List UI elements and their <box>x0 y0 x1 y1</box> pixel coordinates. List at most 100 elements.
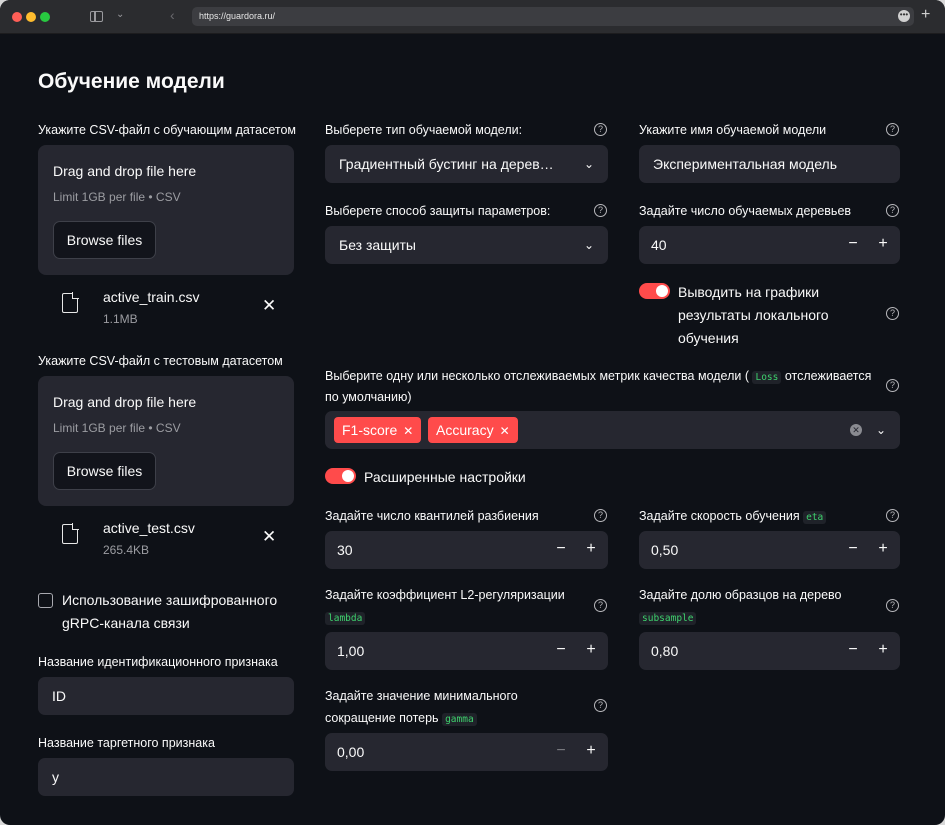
eta-label: Задайте скорость обучения eta <box>639 505 827 529</box>
remove-tag-icon[interactable]: ✕ <box>403 424 413 438</box>
subsample-code-line: subsample <box>639 606 697 630</box>
subsample-label: Задайте долю образцов на дерево <box>639 588 842 602</box>
target-feature-label: Название таргетного признака <box>38 736 215 750</box>
protection-select[interactable]: Без защиты ⌄ <box>325 226 608 264</box>
file-icon <box>62 523 79 544</box>
l2-code-line: lambda <box>325 606 366 630</box>
eta-number-input[interactable]: 0,50 − + <box>639 531 900 569</box>
gamma-code: gamma <box>442 713 477 726</box>
quantiles-value: 30 <box>337 542 353 558</box>
id-feature-input[interactable]: ID <box>38 677 294 715</box>
help-icon[interactable]: ? <box>594 204 607 217</box>
help-icon[interactable]: ? <box>594 699 607 712</box>
browser-window: ⌄ ‹ https://guardora.ru/ ••• + Обучение … <box>0 0 945 825</box>
help-icon[interactable]: ? <box>886 379 899 392</box>
local-results-label-line1: Выводить на графики <box>678 284 820 300</box>
train-file-label: Укажите CSV-файл с обучающим датасетом <box>38 123 296 137</box>
remove-tag-icon[interactable]: ✕ <box>500 424 510 438</box>
clear-all-icon[interactable]: ✕ <box>850 424 862 436</box>
metric-tag-label: F1-score <box>342 422 398 438</box>
increment-button[interactable]: + <box>584 733 598 769</box>
metrics-label-tail: отслеживается <box>784 369 872 383</box>
remove-file-icon[interactable]: ✕ <box>262 527 276 547</box>
browse-files-button[interactable]: Browse files <box>53 221 156 259</box>
metric-tag-accuracy[interactable]: Accuracy ✕ <box>428 417 518 443</box>
increment-button[interactable]: + <box>584 632 598 668</box>
address-bar[interactable]: https://guardora.ru/ <box>192 7 914 26</box>
subsample-value: 0,80 <box>651 643 679 659</box>
gamma-label-line2: сокращение потерь gamma <box>325 707 477 731</box>
close-window-button[interactable] <box>12 12 22 22</box>
new-tab-button[interactable]: + <box>921 6 930 24</box>
gamma-label-line1: Задайте значение минимального <box>325 689 518 703</box>
advanced-settings-toggle[interactable] <box>325 468 356 484</box>
metric-tag-f1[interactable]: F1-score ✕ <box>334 417 422 443</box>
trees-value: 40 <box>651 237 667 253</box>
gamma-number-input[interactable]: 0,00 − + <box>325 733 608 771</box>
local-results-label-line3: обучения <box>678 330 739 346</box>
help-icon[interactable]: ? <box>886 307 899 320</box>
metrics-label-line2: по умолчанию) <box>325 390 412 404</box>
chevron-down-icon: ⌄ <box>583 238 594 252</box>
chevron-down-icon: ⌄ <box>583 157 594 171</box>
help-icon[interactable]: ? <box>594 599 607 612</box>
trees-number-input[interactable]: 40 − + <box>639 226 900 264</box>
train-dropzone[interactable]: Drag and drop file here Limit 1GB per fi… <box>38 145 294 275</box>
metrics-label-text: Выберите одну или несколько отслеживаемы… <box>325 369 749 383</box>
subsample-number-input[interactable]: 0,80 − + <box>639 632 900 670</box>
decrement-button[interactable]: − <box>846 226 860 262</box>
model-name-input[interactable]: Экспериментальная модель <box>639 145 900 183</box>
protection-value: Без защиты <box>339 237 416 253</box>
decrement-button[interactable]: − <box>554 632 568 668</box>
help-icon[interactable]: ? <box>886 204 899 217</box>
id-feature-label: Название идентификационного признака <box>38 655 278 669</box>
increment-button[interactable]: + <box>876 632 890 668</box>
l2-value: 1,00 <box>337 643 365 659</box>
metrics-multiselect[interactable]: F1-score ✕ Accuracy ✕ ✕ ⌄ <box>325 411 900 449</box>
l2-number-input[interactable]: 1,00 − + <box>325 632 608 670</box>
decrement-button[interactable]: − <box>846 632 860 668</box>
loss-code: Loss <box>752 371 782 384</box>
help-icon[interactable]: ? <box>594 123 607 136</box>
help-icon[interactable]: ? <box>886 123 899 136</box>
increment-button[interactable]: + <box>876 531 890 567</box>
help-icon[interactable]: ? <box>886 599 899 612</box>
browse-files-button[interactable]: Browse files <box>53 452 156 490</box>
increment-button[interactable]: + <box>584 531 598 567</box>
uploaded-file-name: active_train.csv <box>103 289 200 305</box>
chevron-down-icon[interactable]: ⌄ <box>116 9 124 20</box>
model-type-select[interactable]: Градиентный бустинг на дерев… ⌄ <box>325 145 608 183</box>
test-dropzone[interactable]: Drag and drop file here Limit 1GB per fi… <box>38 376 294 506</box>
help-icon[interactable]: ? <box>594 509 607 522</box>
quantiles-number-input[interactable]: 30 − + <box>325 531 608 569</box>
model-type-label: Выберете тип обучаемой модели: <box>325 123 523 137</box>
local-results-label-line2: результаты локального <box>678 307 829 323</box>
local-results-toggle[interactable] <box>639 283 670 299</box>
eta-value: 0,50 <box>651 542 679 558</box>
minimize-window-button[interactable] <box>26 12 36 22</box>
trees-label: Задайте число обучаемых деревьев <box>639 204 852 218</box>
dropzone-limit: Limit 1GB per file • CSV <box>53 421 181 435</box>
gamma-value: 0,00 <box>337 744 365 760</box>
subsample-code: subsample <box>639 612 697 625</box>
protection-label: Выберете способ защиты параметров: <box>325 204 551 218</box>
sidebar-toggle-icon[interactable] <box>90 11 103 22</box>
decrement-button[interactable]: − <box>554 733 568 769</box>
more-icon[interactable]: ••• <box>898 10 910 22</box>
dropzone-title: Drag and drop file here <box>53 394 197 410</box>
dropzone-limit: Limit 1GB per file • CSV <box>53 190 181 204</box>
metric-tag-label: Accuracy <box>436 422 494 438</box>
gamma-label-text: сокращение потерь <box>325 711 439 725</box>
help-icon[interactable]: ? <box>886 509 899 522</box>
target-feature-input[interactable]: y <box>38 758 294 796</box>
chevron-down-icon[interactable]: ⌄ <box>876 411 886 449</box>
decrement-button[interactable]: − <box>554 531 568 567</box>
advanced-settings-label: Расширенные настройки <box>364 469 526 485</box>
decrement-button[interactable]: − <box>846 531 860 567</box>
grpc-checkbox[interactable] <box>38 593 53 608</box>
maximize-window-button[interactable] <box>40 12 50 22</box>
dropzone-title: Drag and drop file here <box>53 163 197 179</box>
remove-file-icon[interactable]: ✕ <box>262 296 276 316</box>
increment-button[interactable]: + <box>876 226 890 262</box>
back-arrow-icon[interactable]: ‹ <box>170 7 175 23</box>
